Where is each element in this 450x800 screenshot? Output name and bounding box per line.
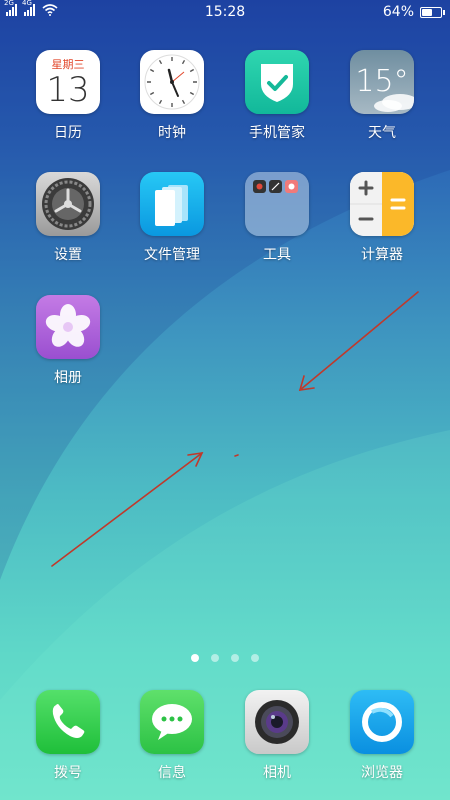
dock-dialer[interactable]: 拨号 bbox=[20, 690, 116, 782]
dock-browser[interactable]: 浏览器 bbox=[334, 690, 430, 782]
app-label: 相机 bbox=[263, 765, 291, 781]
dock-camera[interactable]: 相机 bbox=[229, 690, 325, 782]
app-label: 拨号 bbox=[54, 765, 82, 781]
page-dot[interactable] bbox=[191, 654, 199, 662]
dock-messages[interactable]: 信息 bbox=[124, 690, 220, 782]
annotation-dot bbox=[234, 454, 239, 457]
camera-icon bbox=[245, 690, 309, 754]
message-icon bbox=[140, 690, 204, 754]
page-dot[interactable] bbox=[231, 654, 239, 662]
home-screen: 2G 4G 15:28 64% 星期三 13 日历 时钟 手机管家 15° 天气… bbox=[0, 0, 450, 800]
arrow-annotation-lower bbox=[51, 452, 204, 567]
app-label: 信息 bbox=[158, 765, 186, 781]
browser-icon bbox=[350, 690, 414, 754]
app-label: 浏览器 bbox=[361, 765, 403, 781]
annotation-arrows bbox=[51, 291, 419, 567]
page-dot[interactable] bbox=[211, 654, 219, 662]
arrow-annotation-upper bbox=[298, 291, 419, 391]
page-indicator[interactable] bbox=[0, 654, 450, 662]
page-dot[interactable] bbox=[251, 654, 259, 662]
phone-icon bbox=[36, 690, 100, 754]
